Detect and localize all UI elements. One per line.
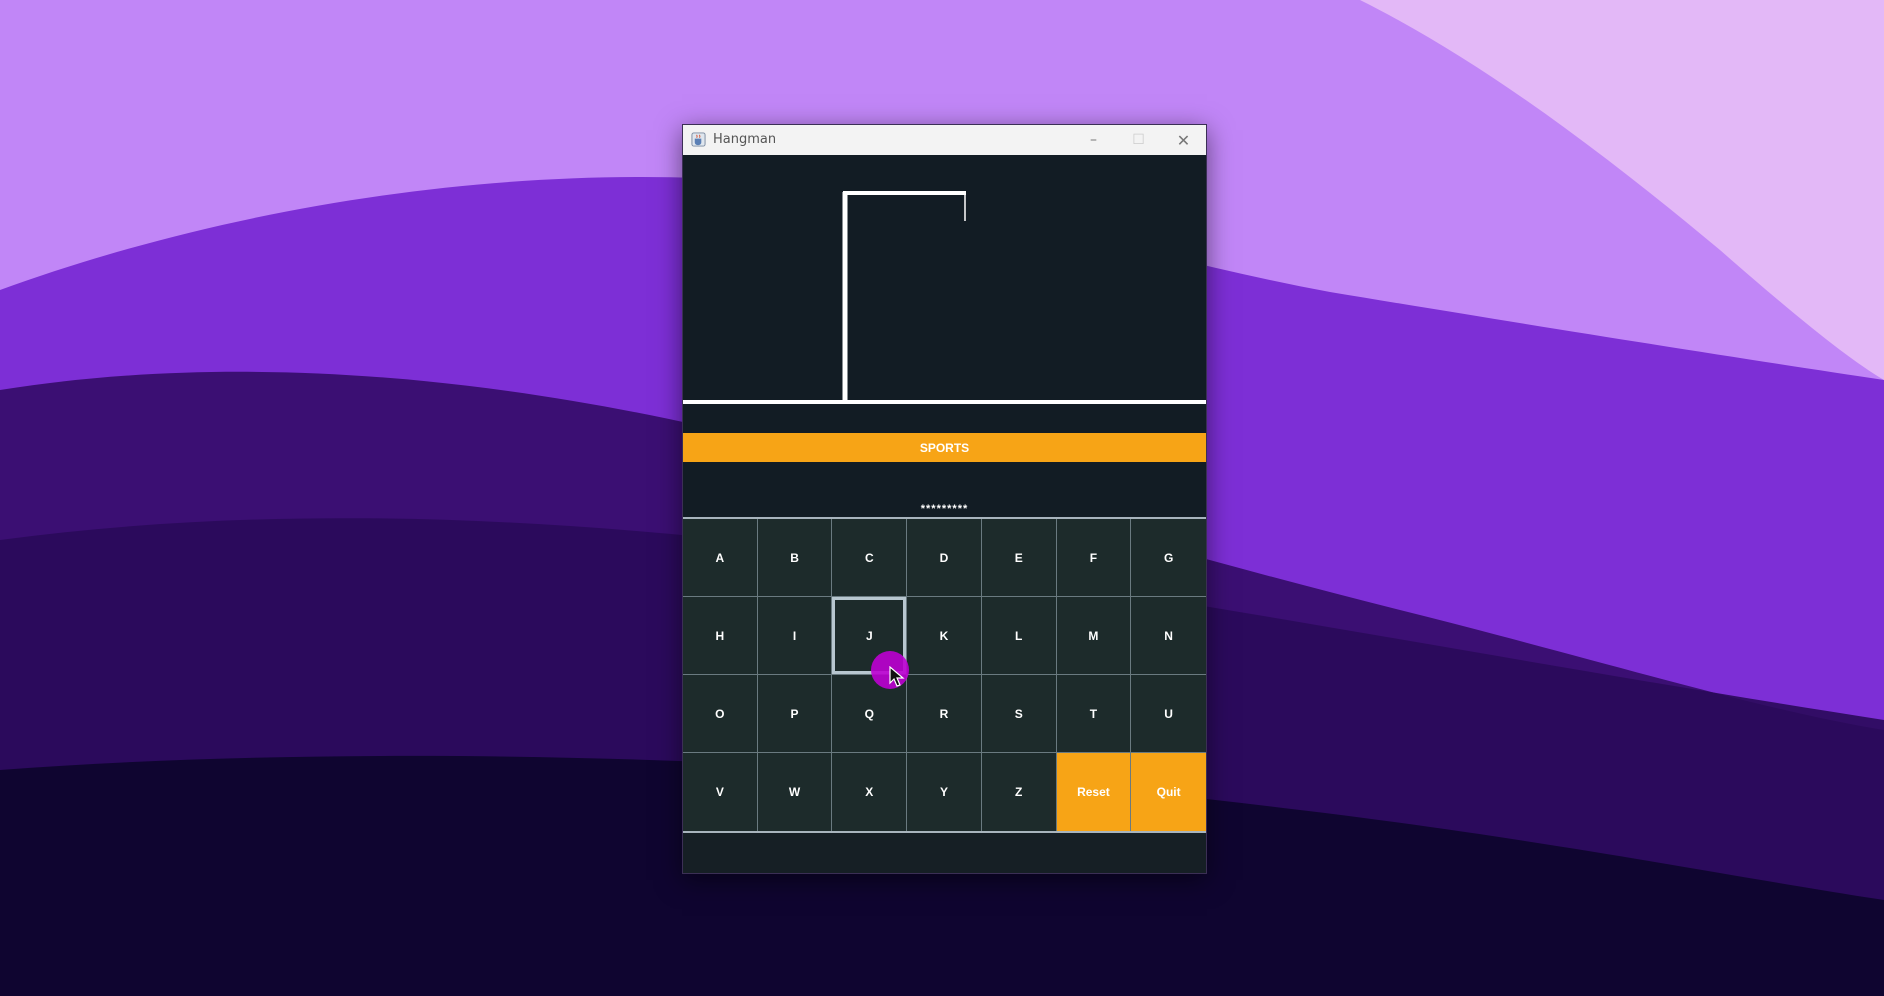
letter-keyboard: A B C D E F G H I J K L M N O P Q R S T … <box>683 517 1206 834</box>
key-r[interactable]: R <box>907 675 982 753</box>
quit-button[interactable]: Quit <box>1131 753 1206 831</box>
key-p[interactable]: P <box>757 675 833 753</box>
key-h[interactable]: H <box>683 597 758 675</box>
key-x[interactable]: X <box>832 753 908 831</box>
gallows-drawing <box>683 191 1206 404</box>
hangman-window: Hangman – ☐ ✕ SPORTS ********* A B C D E… <box>682 124 1207 874</box>
key-m[interactable]: M <box>1056 597 1132 675</box>
key-l[interactable]: L <box>981 597 1057 675</box>
key-s[interactable]: S <box>981 675 1057 753</box>
close-button[interactable]: ✕ <box>1161 125 1206 155</box>
key-v[interactable]: V <box>683 753 758 831</box>
key-d[interactable]: D <box>907 519 982 597</box>
key-k[interactable]: K <box>907 597 982 675</box>
reset-button[interactable]: Reset <box>1056 753 1132 831</box>
key-e[interactable]: E <box>981 519 1057 597</box>
key-o[interactable]: O <box>683 675 758 753</box>
key-a[interactable]: A <box>683 519 758 597</box>
key-b[interactable]: B <box>757 519 833 597</box>
key-f[interactable]: F <box>1056 519 1132 597</box>
title-bar[interactable]: Hangman – ☐ ✕ <box>683 125 1206 155</box>
key-n[interactable]: N <box>1131 597 1206 675</box>
key-y[interactable]: Y <box>907 753 982 831</box>
masked-word: ********* <box>920 503 969 515</box>
maximize-button[interactable]: ☐ <box>1116 125 1161 155</box>
key-i[interactable]: I <box>757 597 833 675</box>
window-title: Hangman <box>713 132 777 147</box>
key-w[interactable]: W <box>757 753 833 831</box>
bottom-panel <box>683 833 1206 873</box>
key-u[interactable]: U <box>1131 675 1206 753</box>
arrow-cursor-icon <box>889 666 905 687</box>
key-g[interactable]: G <box>1131 519 1206 597</box>
key-z[interactable]: Z <box>981 753 1057 831</box>
key-t[interactable]: T <box>1056 675 1132 753</box>
key-c[interactable]: C <box>832 519 908 597</box>
minimize-button[interactable]: – <box>1071 125 1116 155</box>
category-banner: SPORTS <box>683 433 1206 462</box>
java-cup-icon <box>691 132 706 147</box>
